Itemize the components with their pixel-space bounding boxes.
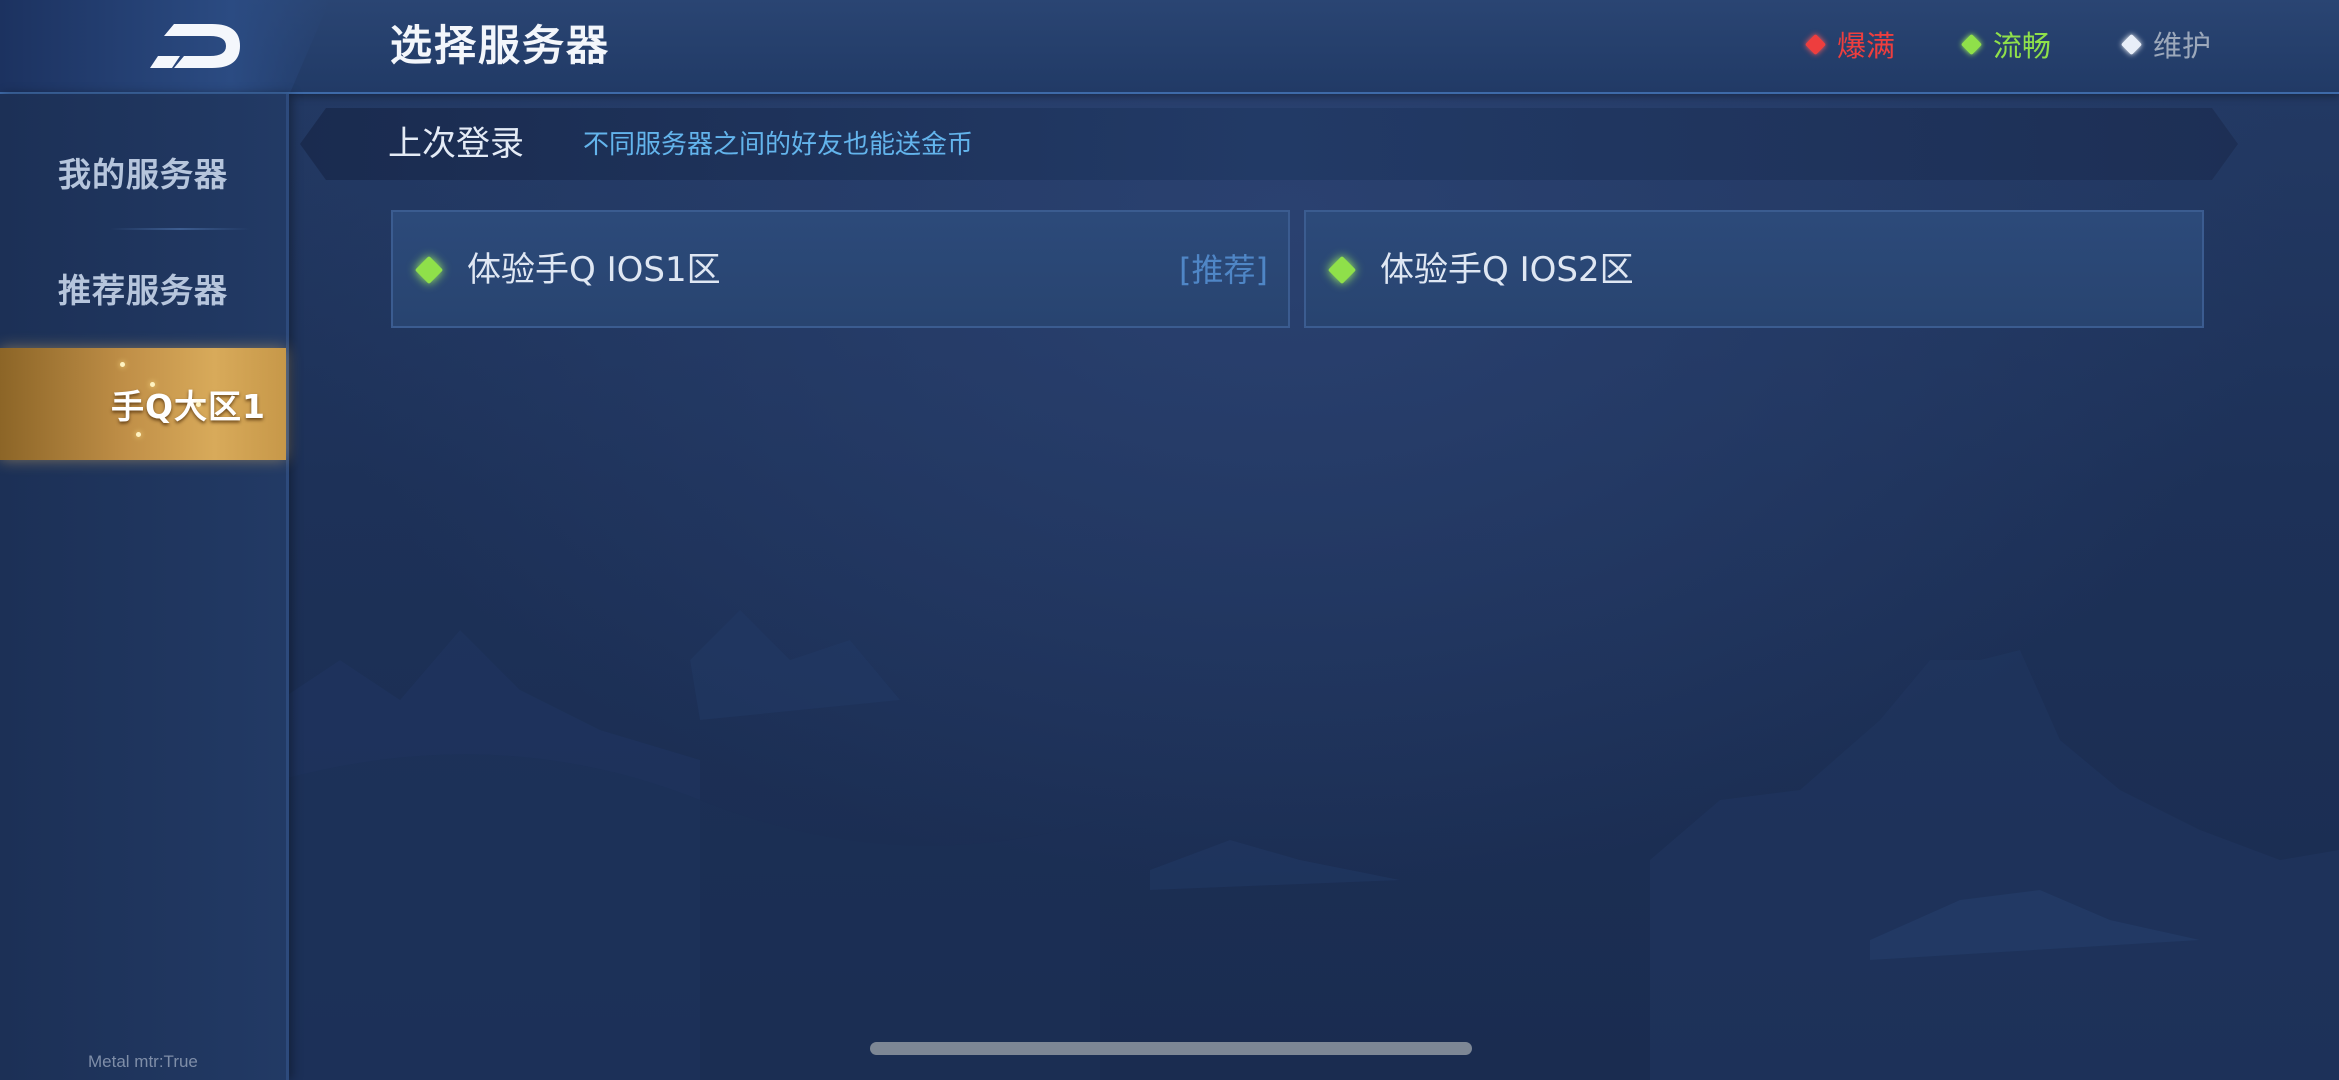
sparkle-icon bbox=[150, 382, 155, 387]
sidebar-item-label: 我的服务器 bbox=[58, 155, 228, 194]
sidebar-item-region-1[interactable]: 手Q大区1 bbox=[0, 348, 286, 460]
red-diamond-icon bbox=[1804, 33, 1827, 55]
page-title: 选择服务器 bbox=[390, 21, 611, 70]
server-sidebar: 我的服务器 推荐服务器 手Q大区1 bbox=[0, 94, 289, 1080]
server-card[interactable]: 体验手Q IOS2区 bbox=[1304, 210, 2204, 328]
top-header: 选择服务器 爆满 流畅 维护 bbox=[0, 0, 2339, 94]
recommended-tag: [推荐] bbox=[1179, 251, 1268, 289]
sidebar-item-label: 手Q大区1 bbox=[110, 387, 266, 426]
sidebar-item-label: 推荐服务器 bbox=[58, 271, 228, 310]
server-name: 体验手Q IOS1区 bbox=[467, 250, 721, 290]
debug-text: Metal mtr:True bbox=[88, 1052, 198, 1071]
green-diamond-icon bbox=[1960, 33, 1983, 55]
sparkle-icon bbox=[120, 362, 125, 367]
home-indicator[interactable] bbox=[870, 1042, 1472, 1055]
sidebar-item-my-servers[interactable]: 我的服务器 bbox=[0, 114, 286, 230]
sparkle-icon bbox=[136, 432, 141, 437]
green-diamond-icon bbox=[414, 255, 444, 285]
sidebar-item-recommended[interactable]: 推荐服务器 bbox=[0, 230, 286, 346]
legend-smooth: 流畅 bbox=[1960, 22, 2052, 66]
server-select-screen: 选择服务器 爆满 流畅 维护 我的服务器 推荐服务器 手Q大区1 Metal m… bbox=[0, 0, 2339, 1080]
server-name: 体验手Q IOS2区 bbox=[1380, 250, 1634, 290]
last-login-tip: 不同服务器之间的好友也能送金币 bbox=[583, 130, 974, 160]
back-button[interactable] bbox=[150, 16, 250, 76]
legend-smooth-label: 流畅 bbox=[1993, 29, 2052, 63]
green-diamond-icon bbox=[1327, 255, 1357, 285]
legend-maintenance-label: 维护 bbox=[2153, 29, 2212, 63]
back-arrow-icon bbox=[150, 24, 240, 68]
server-card[interactable]: 体验手Q IOS1区 [推荐] bbox=[391, 210, 1290, 328]
legend-full: 爆满 bbox=[1804, 22, 1896, 66]
last-login-title: 上次登录 bbox=[388, 124, 524, 164]
legend-full-label: 爆满 bbox=[1837, 29, 1896, 63]
sparkle-icon bbox=[196, 402, 201, 407]
legend-maintenance: 维护 bbox=[2120, 22, 2212, 66]
white-diamond-icon bbox=[2120, 33, 2143, 55]
